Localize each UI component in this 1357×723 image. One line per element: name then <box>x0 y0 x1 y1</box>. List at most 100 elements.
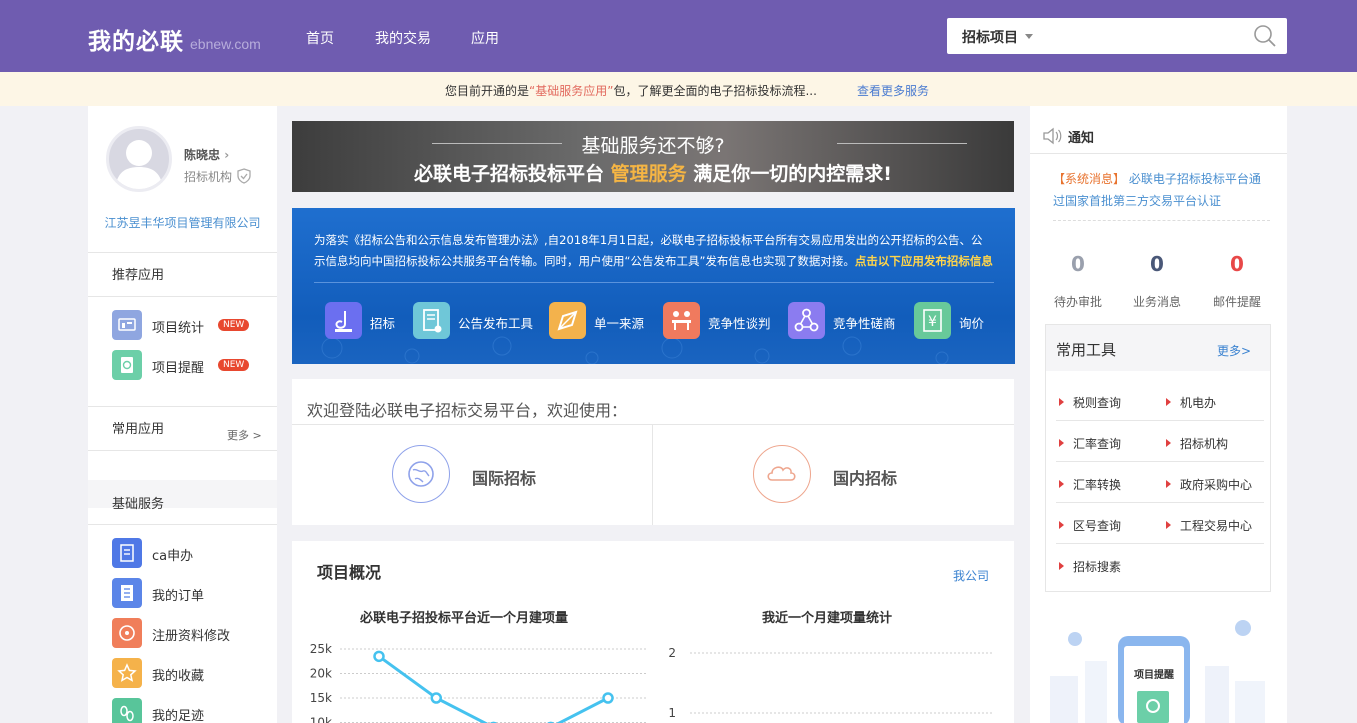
system-message[interactable]: 【系统消息】 必联电子招标投标平台通过国家首批第三方交易平台认证 <box>1053 168 1268 212</box>
my-chart-title: 我近一个月建项量统计 <box>762 611 893 626</box>
y-tick-label: 15k <box>310 691 332 705</box>
y-tick-label: 1 <box>668 706 676 720</box>
tool-gov-procurement-center[interactable]: 政府采购中心 <box>1165 476 1252 493</box>
network-icon <box>788 302 825 339</box>
international-bidding-entry[interactable]: 国际招标 <box>292 425 652 525</box>
tool-tariff-query[interactable]: 税则查询 <box>1058 394 1121 411</box>
footprint-icon <box>112 698 142 723</box>
management-service-banner[interactable]: 基础服务还不够? 必联电子招标投标平台 管理服务 满足你一切的内控需求! <box>292 121 1014 192</box>
divider <box>88 406 277 407</box>
cloud-icon <box>753 445 811 503</box>
divider <box>1053 220 1270 221</box>
logo[interactable]: 我的必联 <box>88 22 184 56</box>
new-badge: NEW <box>218 359 250 371</box>
globe-icon <box>392 445 450 503</box>
certificate-icon <box>112 538 142 568</box>
avatar[interactable] <box>106 126 172 192</box>
notice-title: 通知 <box>1068 131 1095 146</box>
banner-headline: 基础服务还不够? <box>581 135 725 157</box>
publish-info-link[interactable]: 点击以下应用发布招标信息 <box>855 254 993 268</box>
divider <box>1056 461 1264 462</box>
compass-icon <box>549 302 586 339</box>
tool-exchange-rate-query[interactable]: 汇率查询 <box>1058 435 1121 452</box>
search-box[interactable]: 招标项目 <box>947 18 1287 54</box>
tool-currency-converter[interactable]: 汇率转换 <box>1058 476 1121 493</box>
order-list-icon <box>112 578 142 608</box>
project-reminder-illustration[interactable]: 项目提醒 <box>1045 606 1271 723</box>
data-point <box>373 650 385 663</box>
domestic-bidding-label: 国内招标 <box>833 469 898 488</box>
announcement-doc-icon <box>413 302 450 339</box>
divider <box>88 296 277 297</box>
document-clock-icon <box>112 350 142 380</box>
banner-subline: 必联电子招标投标平台 管理服务 满足你一切的内控需求! <box>414 163 892 185</box>
nav-my-transactions[interactable]: 我的交易 <box>375 28 431 48</box>
user-name[interactable]: 陈晓忠 › <box>184 146 229 163</box>
nav-apps[interactable]: 应用 <box>471 28 499 48</box>
shield-icon <box>237 168 251 184</box>
y-tick-label: 10k <box>310 716 332 723</box>
tools-more-link[interactable]: 更多> <box>1217 342 1251 359</box>
company-name[interactable]: 江苏昱丰华项目管理有限公司 <box>88 214 277 231</box>
tool-electromech-office[interactable]: 机电办 <box>1165 394 1216 411</box>
negotiation-icon <box>663 302 700 339</box>
platform-line-chart: 25k 20k 15k 10k <box>310 642 647 723</box>
welcome-panel: 欢迎登陆必联电子招标交易平台，欢迎使用： 国际招标 国内招标 <box>292 379 1014 525</box>
tools-header: 常用工具 更多> <box>1046 325 1270 371</box>
domestic-bidding-entry[interactable]: 国内招标 <box>653 425 1014 525</box>
y-tick-label: 2 <box>668 646 676 660</box>
speaker-icon <box>1043 127 1062 145</box>
svg-text:¥: ¥ <box>928 314 937 330</box>
divider <box>314 282 994 283</box>
common-tools-panel: 常用工具 更多> 税则查询 机电办 汇率查询 招标机构 汇率转换 政府采购中心 … <box>1045 324 1271 592</box>
tools-title: 常用工具 <box>1056 341 1117 359</box>
more-services-link[interactable]: 查看更多服务 <box>857 82 929 99</box>
divider <box>88 252 277 253</box>
divider <box>1056 502 1264 503</box>
publish-info-banner: 为落实《招标公告和公示信息发布管理办法》,自2018年1月1日起，必联电子招标投… <box>292 208 1015 364</box>
city-phone-illustration <box>1050 620 1265 723</box>
right-sidebar: 通知 【系统消息】 必联电子招标投标平台通过国家首批第三方交易平台认证 0 待办… <box>1030 106 1287 723</box>
welcome-title: 欢迎登陆必联电子招标交易平台，欢迎使用： <box>307 401 628 420</box>
divider <box>1056 420 1264 421</box>
logo-domain: ebnew.com <box>190 36 261 52</box>
top-bar: 我的必联 ebnew.com 首页 我的交易 应用 招标项目 <box>0 0 1357 72</box>
divider <box>88 524 277 525</box>
common-apps-more-link[interactable]: 更多 > <box>227 427 262 443</box>
user-silhouette-icon <box>115 140 163 189</box>
international-bidding-label: 国际招标 <box>472 469 537 488</box>
platform-chart-title: 必联电子招投标平台近一个月建项量 <box>360 611 569 626</box>
overview-title: 项目概况 <box>317 563 382 582</box>
phone-label: 项目提醒 <box>1134 670 1174 681</box>
chart-board-icon <box>112 310 142 340</box>
chevron-down-icon[interactable] <box>1025 34 1033 39</box>
star-icon <box>112 658 142 688</box>
new-badge: NEW <box>218 319 250 331</box>
search-icon[interactable] <box>1253 24 1277 48</box>
user-role: 招标机构 <box>184 168 252 185</box>
tool-bidding-agencies[interactable]: 招标机构 <box>1165 435 1228 452</box>
common-apps-title: 常用应用 <box>112 422 165 437</box>
edit-profile-icon <box>112 618 142 648</box>
tool-engineering-trade-center[interactable]: 工程交易中心 <box>1165 517 1252 534</box>
project-overview-panel: 项目概况 我公司 必联电子招投标平台近一个月建项量 我近一个月建项量统计 25k… <box>292 541 1014 723</box>
y-tick-label: 25k <box>310 642 332 656</box>
notice-bar: 您目前开通的是“基础服务应用”包，了解更全面的电子招标投标流程... 查看更多服… <box>0 72 1357 106</box>
divider <box>1056 543 1264 544</box>
divider <box>1030 153 1287 154</box>
search-category-select[interactable]: 招标项目 <box>962 27 1018 47</box>
tool-area-code-query[interactable]: 区号查询 <box>1058 517 1121 534</box>
gavel-icon <box>325 302 362 339</box>
recommended-apps-title: 推荐应用 <box>112 268 165 283</box>
series-line <box>378 655 609 723</box>
y-tick-label: 20k <box>310 667 332 681</box>
data-point <box>602 692 614 704</box>
left-sidebar: 陈晓忠 › 招标机构 江苏昱丰华项目管理有限公司 推荐应用 项目统计 NEW 项… <box>88 106 277 723</box>
my-company-link[interactable]: 我公司 <box>953 567 989 584</box>
divider <box>88 450 277 451</box>
yuan-icon: ¥ <box>914 302 951 339</box>
data-point <box>430 692 442 704</box>
tool-bidding-search[interactable]: 招标搜素 <box>1058 558 1121 575</box>
nav-home[interactable]: 首页 <box>306 28 334 48</box>
notice-text: 您目前开通的是“基础服务应用”包，了解更全面的电子招标投标流程... <box>445 84 817 98</box>
